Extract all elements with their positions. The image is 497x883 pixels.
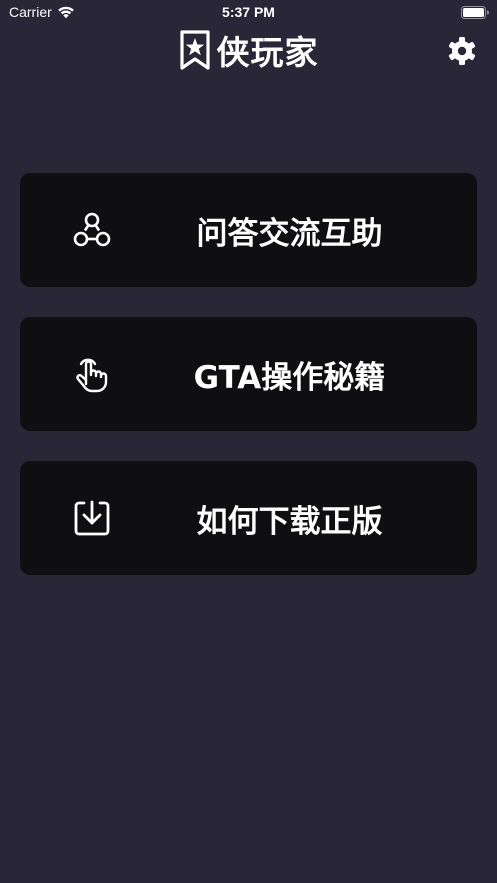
gta-guide-button[interactable]: GTA操作秘籍 — [20, 317, 477, 431]
app-title: 侠玩家 — [216, 33, 319, 72]
battery-icon — [461, 6, 489, 19]
clock: 5:37 PM — [222, 4, 275, 20]
main-menu: 问答交流互助 GTA操作秘籍 如何下载正版 — [20, 173, 477, 605]
navigation-bar: 侠玩家 — [0, 26, 497, 76]
community-icon — [73, 212, 111, 247]
download-icon — [74, 500, 110, 536]
gear-icon[interactable] — [446, 35, 478, 67]
touch-hand-icon — [76, 358, 108, 393]
bookmark-star-icon — [179, 30, 210, 70]
download-guide-label: 如何下载正版 — [196, 503, 383, 540]
qa-community-button[interactable]: 问答交流互助 — [20, 173, 477, 287]
app-logo: 侠玩家 — [179, 30, 319, 72]
download-guide-button[interactable]: 如何下载正版 — [20, 461, 477, 575]
qa-community-label: 问答交流互助 — [196, 215, 383, 252]
status-bar: Carrier 5:37 PM — [0, 0, 497, 26]
gta-guide-label: GTA操作秘籍 — [193, 359, 386, 396]
